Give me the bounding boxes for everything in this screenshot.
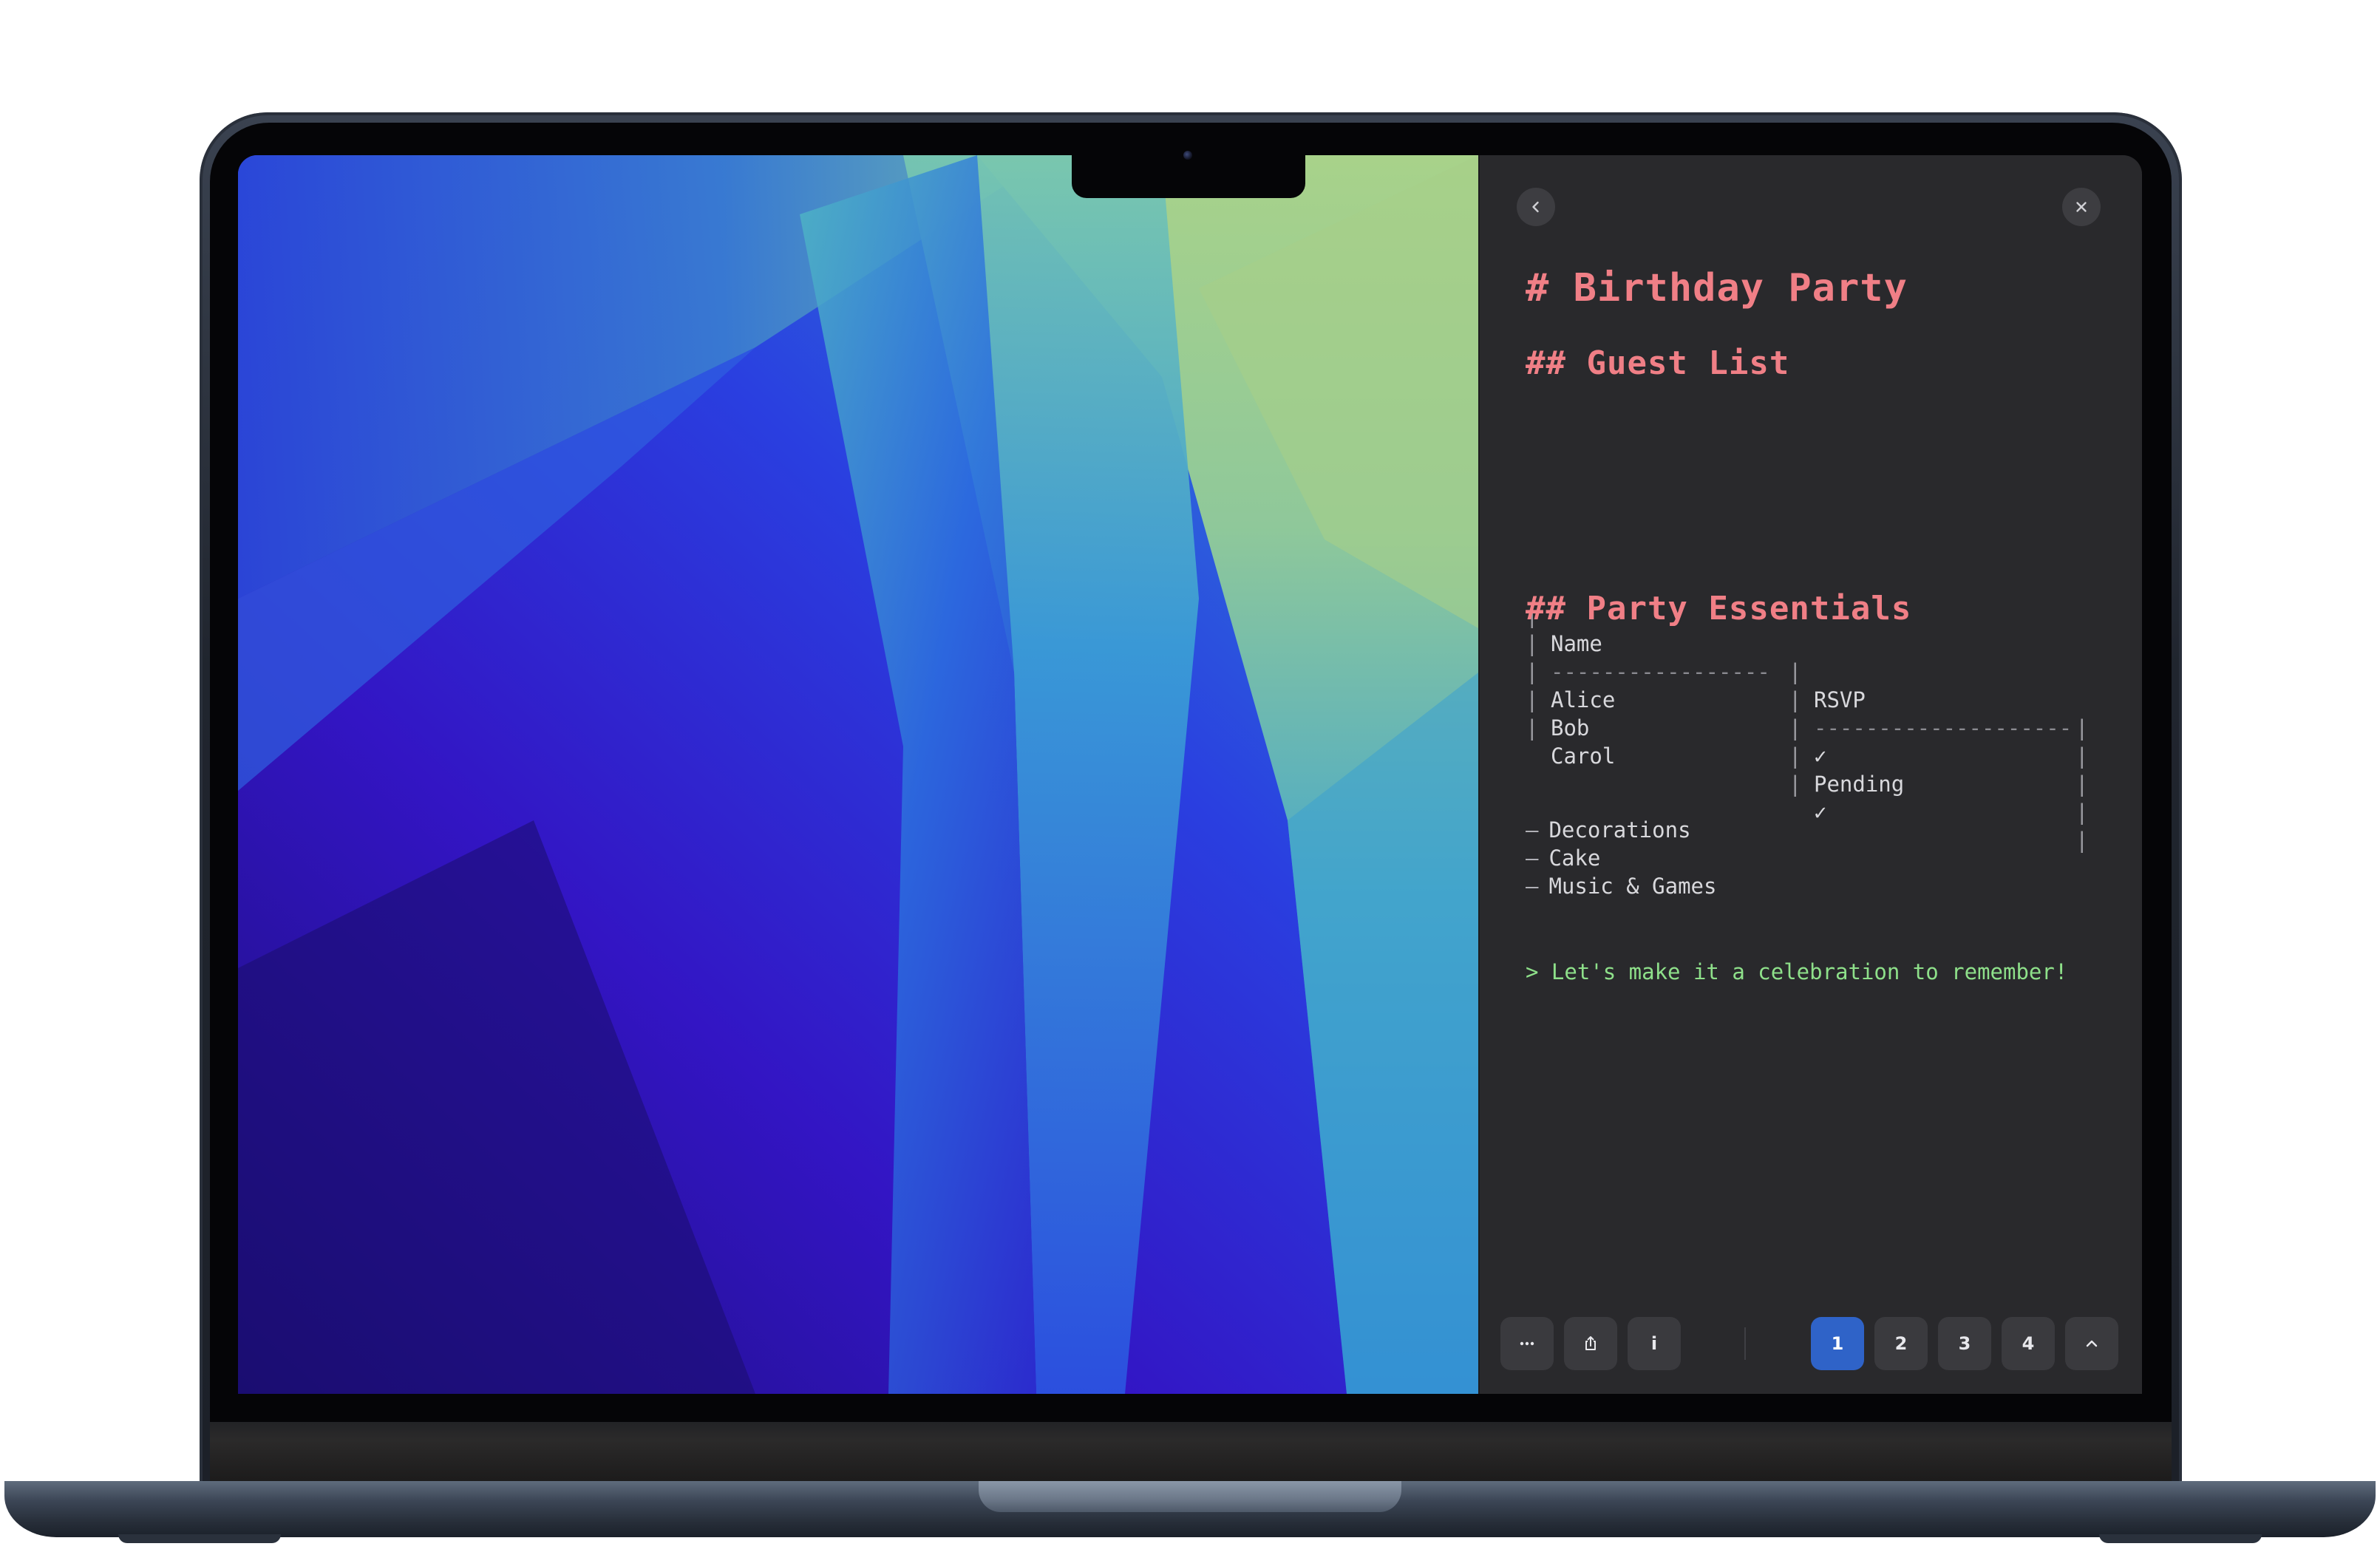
- markdown-panel: # Birthday Party ## Guest List | Name | …: [1478, 155, 2142, 1394]
- chevron-up-icon: [2086, 1340, 2098, 1347]
- table-pipe: |: [1789, 743, 1802, 769]
- guest-name: Carol: [1551, 743, 1616, 769]
- list-item: – Music & Games: [1526, 872, 1716, 900]
- list-item: – Cake: [1526, 844, 1600, 872]
- close-button[interactable]: [2062, 188, 2101, 226]
- close-icon: [2076, 202, 2087, 212]
- guest-rsvp: Pending: [1814, 772, 1905, 797]
- ellipsis-icon: [1520, 1341, 1534, 1346]
- list-bullet: –: [1526, 845, 1539, 871]
- table-pipe: |: [1526, 715, 1539, 741]
- share-button[interactable]: [1564, 1317, 1617, 1370]
- party-essentials-heading: ## Party Essentials: [1526, 590, 1912, 627]
- info-button[interactable]: i: [1628, 1317, 1681, 1370]
- table-pipe: |: [2075, 800, 2089, 825]
- wallpaper-art: [238, 155, 1478, 1394]
- table-pipe: |: [2075, 743, 2089, 769]
- chevron-left-icon: [1532, 201, 1539, 213]
- back-button[interactable]: [1517, 188, 1555, 226]
- document-title: # Birthday Party: [1526, 266, 1908, 310]
- table-pipe: |: [1789, 715, 1802, 741]
- toolbar-divider: [1744, 1327, 1746, 1360]
- list-item-text: Music & Games: [1548, 874, 1717, 899]
- collapse-button[interactable]: [2065, 1317, 2118, 1370]
- share-icon: [1585, 1336, 1596, 1350]
- table-pipe: |: [1789, 772, 1802, 797]
- list-item-text: Cake: [1548, 845, 1601, 871]
- page-button-3[interactable]: 3: [1938, 1317, 1991, 1370]
- page-button-2[interactable]: 2: [1874, 1317, 1928, 1370]
- table-row: | Carol | ✓ |: [1526, 686, 2102, 853]
- page-button-4[interactable]: 4: [2002, 1317, 2055, 1370]
- list-item: – Decorations: [1526, 816, 1691, 844]
- guest-list-heading: ## Guest List: [1526, 344, 1790, 382]
- table-row: | Alice | ✓ |: [1526, 630, 2102, 797]
- hinge: [210, 1422, 2172, 1483]
- blockquote: > Let's make it a celebration to remembe…: [1526, 959, 2068, 984]
- info-icon: i: [1650, 1333, 1658, 1354]
- laptop-foot: [2099, 1534, 2262, 1543]
- camera-notch: [1072, 155, 1305, 198]
- camera-icon: [1183, 151, 1192, 160]
- table-separator-rsvp: --------------------: [1814, 715, 2073, 741]
- bottom-toolbar: i 1 2 3 4: [1500, 1317, 2121, 1370]
- guest-rsvp: ✓: [1814, 800, 1827, 825]
- table-row: | Bob | Pending |: [1526, 658, 2102, 825]
- laptop-screen: # Birthday Party ## Guest List | Name | …: [238, 155, 2142, 1394]
- laptop-foot: [118, 1534, 281, 1543]
- list-bullet: –: [1526, 817, 1539, 843]
- guest-rsvp: ✓: [1814, 743, 1827, 769]
- more-button[interactable]: [1500, 1317, 1554, 1370]
- page-button-1[interactable]: 1: [1811, 1317, 1864, 1370]
- lid-opening-notch: [979, 1481, 1401, 1512]
- table-pipe: |: [2075, 828, 2089, 853]
- table-pipe: |: [2075, 772, 2089, 797]
- list-bullet: –: [1526, 874, 1539, 899]
- desktop-wallpaper: [238, 155, 1478, 1394]
- product-render: # Birthday Party ## Guest List | Name | …: [0, 0, 2380, 1552]
- table-pipe: |: [2075, 715, 2089, 741]
- list-item-text: Decorations: [1548, 817, 1691, 843]
